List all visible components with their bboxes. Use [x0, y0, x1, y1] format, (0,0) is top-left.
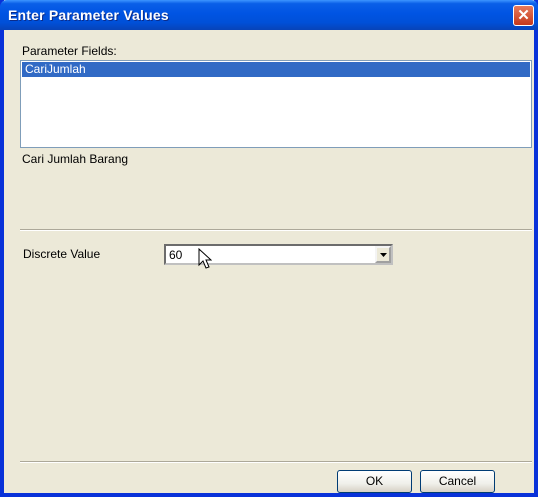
mouse-pointer-icon	[198, 248, 212, 269]
ok-button[interactable]: OK	[337, 470, 412, 493]
window-title: Enter Parameter Values	[8, 7, 169, 23]
chevron-down-icon	[380, 253, 387, 257]
cancel-button[interactable]: Cancel	[420, 470, 495, 493]
dropdown-button[interactable]	[375, 246, 391, 263]
divider	[20, 229, 532, 231]
discrete-value-label: Discrete Value	[23, 247, 101, 261]
title-bar[interactable]: Enter Parameter Values ✕	[0, 0, 538, 30]
parameter-fields-label: Parameter Fields:	[22, 44, 117, 58]
close-button[interactable]: ✕	[513, 5, 534, 26]
discrete-value-input[interactable]: 60	[169, 248, 182, 262]
bottom-divider	[20, 461, 532, 463]
parameter-fields-list[interactable]: CariJumlah	[20, 60, 532, 148]
close-icon: ✕	[517, 7, 530, 24]
parameter-prompt-text: Cari Jumlah Barang	[22, 152, 129, 166]
enter-parameter-values-dialog: Enter Parameter Values ✕ Parameter Field…	[0, 0, 538, 497]
list-item[interactable]: CariJumlah	[22, 62, 530, 77]
